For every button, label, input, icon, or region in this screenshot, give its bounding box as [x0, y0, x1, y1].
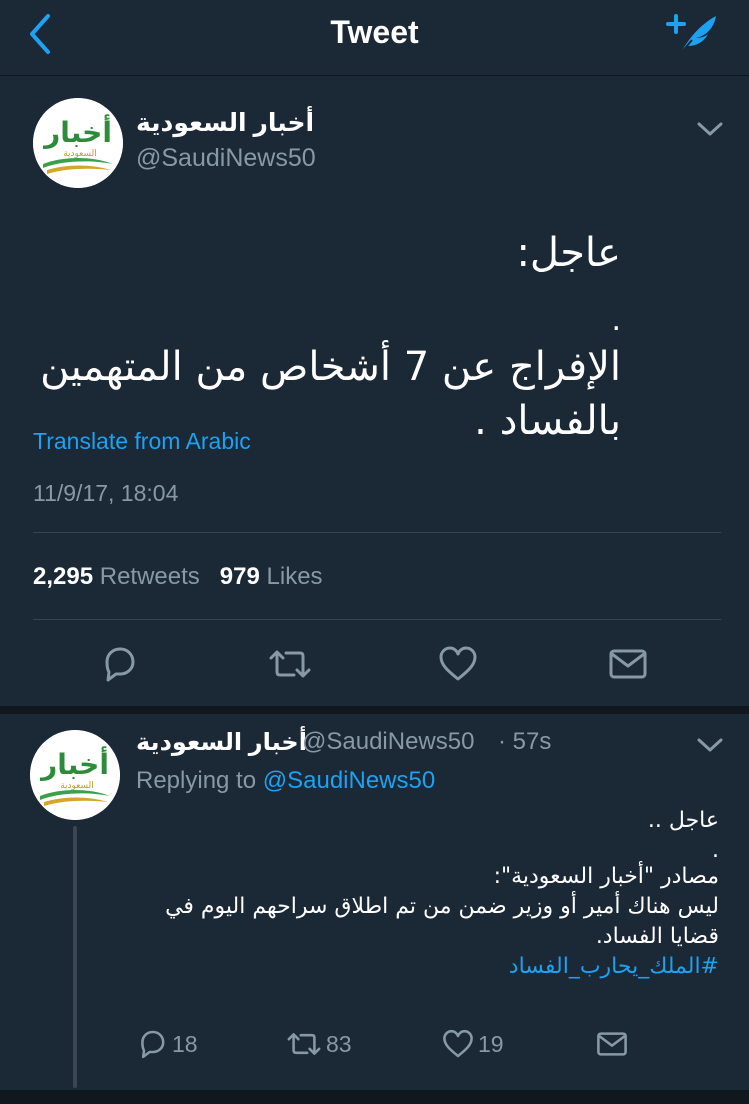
- retweet-count: 83: [326, 1030, 352, 1057]
- reply-text-line-2: .: [712, 838, 719, 863]
- heart-icon: [443, 1029, 473, 1058]
- avatar[interactable]: أخبار السعودية: [33, 98, 123, 188]
- top-nav-bar: Tweet: [0, 0, 749, 76]
- like-count: 19: [478, 1030, 504, 1057]
- reply-tweet[interactable]: أخبار السعودية أخبار السعودية @SaudiNews…: [0, 714, 749, 1104]
- divider: [33, 619, 721, 620]
- page-title: Tweet: [330, 14, 419, 50]
- share-dm-button[interactable]: [596, 1028, 628, 1060]
- heart-icon: [439, 646, 477, 681]
- reply-button[interactable]: [99, 644, 139, 684]
- reply-text: عاجل .. . مصادر "أخبار السعودية": ليس هن…: [159, 806, 719, 982]
- retweet-button[interactable]: 83: [286, 1028, 352, 1060]
- tweet-text-line-1: عاجل:: [516, 230, 621, 276]
- likes-count[interactable]: 979: [220, 563, 260, 590]
- bottom-edge: [0, 1090, 749, 1104]
- reply-text-line-4: ليس هناك أمير أو وزير ضمن من تم اطلاق سر…: [165, 894, 719, 919]
- retweets-label[interactable]: Retweets: [100, 563, 200, 590]
- retweet-button[interactable]: [268, 644, 311, 684]
- divider: [33, 532, 721, 533]
- tweet-options-button[interactable]: [696, 120, 724, 138]
- author-handle[interactable]: @SaudiNews50: [136, 144, 316, 173]
- like-button[interactable]: 19: [442, 1028, 504, 1060]
- chevron-down-icon: [697, 122, 723, 136]
- reply-text-line-5: قضايا الفساد.: [595, 924, 719, 949]
- tweet-stats: 2,295 Retweets 979 Likes: [33, 563, 323, 591]
- svg-text:أخبار: أخبار: [42, 114, 112, 149]
- svg-text:أخبار: أخبار: [39, 746, 109, 781]
- svg-text:السعودية: السعودية: [60, 781, 94, 791]
- likes-label[interactable]: Likes: [267, 563, 323, 590]
- reply-icon: [105, 647, 135, 682]
- compose-tweet-icon: [666, 14, 716, 55]
- mail-icon: [597, 1032, 627, 1056]
- like-button[interactable]: [438, 644, 478, 684]
- reply-button[interactable]: 18: [136, 1028, 198, 1060]
- mail-icon: [609, 649, 647, 679]
- avatar[interactable]: أخبار السعودية: [30, 730, 120, 820]
- saudi-news-logo: أخبار السعودية: [33, 98, 123, 188]
- reply-count: 18: [172, 1030, 198, 1057]
- main-tweet: أخبار السعودية أخبار السعودية @SaudiNews…: [0, 76, 749, 706]
- author-name[interactable]: أخبار السعودية: [136, 108, 314, 138]
- share-dm-button[interactable]: [608, 644, 648, 684]
- translate-link[interactable]: Translate from Arabic: [33, 428, 251, 455]
- reply-time: · 57s: [498, 728, 552, 755]
- retweet-icon: [269, 650, 311, 678]
- compose-tweet-button[interactable]: [666, 10, 722, 58]
- retweet-icon: [287, 1033, 321, 1055]
- tweet-options-button[interactable]: [696, 736, 724, 754]
- svg-text:السعودية: السعودية: [63, 149, 97, 159]
- saudi-news-logo: أخبار السعودية: [30, 730, 120, 820]
- thread-line: [73, 826, 77, 1088]
- reply-text-line-1: عاجل ..: [647, 808, 719, 833]
- reply-author-handle[interactable]: @SaudiNews50: [302, 728, 474, 756]
- replying-to-label: Replying to: [136, 767, 257, 794]
- retweets-count[interactable]: 2,295: [33, 563, 93, 590]
- hashtag-link[interactable]: #الملك_يحارب_الفساد: [159, 952, 719, 982]
- reply-author-name[interactable]: أخبار السعودية: [136, 728, 307, 757]
- replying-to-handle[interactable]: @SaudiNews50: [263, 767, 435, 794]
- chevron-down-icon: [697, 738, 723, 752]
- reply-text-line-3: مصادر "أخبار السعودية":: [493, 864, 719, 889]
- reply-icon: [141, 1030, 165, 1059]
- tweet-timestamp: 11/9/17, 18:04: [33, 480, 179, 506]
- section-separator: [0, 706, 749, 714]
- replying-to: Replying to @SaudiNews50: [136, 767, 435, 795]
